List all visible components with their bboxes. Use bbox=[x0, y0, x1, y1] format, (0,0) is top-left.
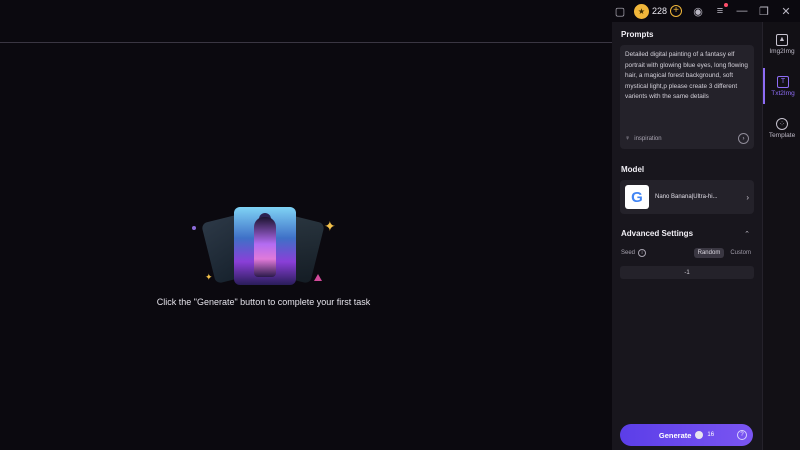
inspiration-label: inspiration bbox=[634, 135, 662, 142]
rail-item-template[interactable]: ⁘ Template bbox=[763, 110, 800, 146]
app-window: ▢ ★ 228 + ◉ ≡ — ❐ ✕ ✦ ✦ Click the "Gener… bbox=[0, 0, 800, 450]
decor-dot bbox=[192, 226, 196, 230]
empty-state-illustration: ✦ ✦ bbox=[190, 204, 340, 294]
menu-icon[interactable]: ≡ bbox=[712, 3, 728, 19]
restore-icon[interactable]: ❐ bbox=[756, 3, 772, 19]
seed-random-button[interactable]: Random bbox=[693, 248, 725, 258]
add-credits-icon[interactable]: + bbox=[670, 5, 682, 17]
sparkle-small-icon: ✦ bbox=[205, 272, 213, 282]
user-icon[interactable]: ◉ bbox=[690, 3, 706, 19]
rail-item-img2img[interactable]: ▲ Img2Img bbox=[763, 26, 800, 62]
generate-cost: 16 bbox=[707, 432, 715, 438]
title-bar: ▢ ★ 228 + ◉ ≡ — ❐ ✕ bbox=[0, 0, 800, 22]
rail-label: Template bbox=[768, 131, 796, 139]
seed-row: Seed i Random Custom bbox=[621, 246, 755, 260]
credits-count: 228 bbox=[651, 6, 667, 16]
canvas-divider bbox=[0, 42, 612, 43]
decor-triangle bbox=[314, 274, 322, 281]
advanced-settings-title[interactable]: Advanced Settings bbox=[621, 229, 693, 238]
text-image-icon: T bbox=[777, 75, 789, 88]
chevron-up-icon[interactable]: ⌃ bbox=[744, 230, 750, 238]
cost-coin-icon bbox=[695, 431, 704, 439]
figure-body bbox=[254, 217, 276, 277]
seed-label: Seed bbox=[621, 250, 636, 256]
model-name: Nano Banana|Ultra-hi... bbox=[655, 194, 718, 200]
chevron-right-icon: › bbox=[746, 192, 749, 202]
inspiration-button[interactable]: ♀ inspiration bbox=[625, 135, 662, 142]
model-title: Model bbox=[621, 165, 645, 174]
info-icon[interactable]: i bbox=[638, 249, 647, 257]
mode-rail: ▲ Img2Img T Txt2Img ⁘ Template bbox=[762, 22, 800, 450]
minimize-icon[interactable]: — bbox=[734, 3, 750, 19]
sparkle-icon: ✦ bbox=[324, 218, 336, 234]
close-icon[interactable]: ✕ bbox=[778, 3, 794, 19]
generate-label: Generate bbox=[658, 430, 692, 440]
seed-input[interactable]: -1 bbox=[620, 266, 754, 279]
lightbulb-icon: ♀ bbox=[625, 135, 631, 142]
window-icon[interactable]: ▢ bbox=[612, 3, 628, 19]
empty-state-hint: Click the "Generate" button to complete … bbox=[156, 297, 371, 307]
help-icon[interactable]: ? bbox=[737, 430, 747, 440]
send-icon[interactable]: › bbox=[738, 133, 749, 144]
rail-label: Img2Img bbox=[769, 47, 795, 55]
credits-display[interactable]: ★ 228 + bbox=[633, 3, 684, 19]
prompt-text[interactable]: Detailed digital painting of a fantasy e… bbox=[625, 50, 749, 103]
rail-label: Txt2Img bbox=[771, 89, 795, 97]
image-icon: ▲ bbox=[776, 33, 788, 46]
coin-icon: ★ bbox=[633, 3, 649, 19]
prompt-input[interactable]: Detailed digital painting of a fantasy e… bbox=[620, 45, 754, 149]
model-selector[interactable]: G Nano Banana|Ultra-hi... › bbox=[620, 180, 754, 214]
settings-panel: Prompts Detailed digital painting of a f… bbox=[612, 22, 762, 450]
google-logo-icon: G bbox=[625, 185, 649, 209]
generate-button[interactable]: Generate 16 ? bbox=[620, 424, 753, 446]
template-icon: ⁘ bbox=[776, 117, 788, 130]
card-front bbox=[234, 207, 296, 285]
prompts-title: Prompts bbox=[621, 30, 654, 39]
seed-label-group: Seed i bbox=[621, 249, 647, 257]
seed-mode-toggle: Random Custom bbox=[693, 248, 755, 258]
notification-dot bbox=[724, 3, 728, 7]
rail-item-txt2img[interactable]: T Txt2Img bbox=[763, 68, 800, 104]
seed-custom-button[interactable]: Custom bbox=[726, 248, 755, 258]
